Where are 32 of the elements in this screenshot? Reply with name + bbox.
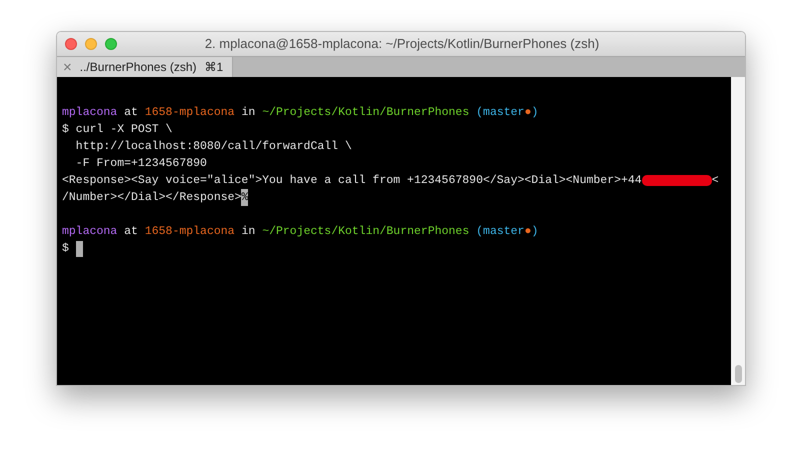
output-text: /Number></Dial></Response> [62, 190, 242, 206]
git-branch: (master [476, 105, 524, 121]
end-mark: % [241, 189, 248, 206]
prompt-user: mplacona [62, 105, 118, 121]
dirty-mark: ● [524, 224, 532, 240]
prompt-text: in [241, 105, 256, 121]
prompt-text: in [241, 224, 256, 240]
prompt-user: mplacona [62, 224, 118, 240]
prompt-path: ~/Projects/Kotlin/BurnerPhones [262, 224, 470, 240]
window-title: 2. mplacona@1658-mplacona: ~/Projects/Kotlin/BurnerPhones (zsh) [204, 35, 600, 54]
git-branch: ) [531, 105, 538, 121]
prompt-host: 1658-mplacona [144, 105, 235, 121]
tab-shortcut: ⌘1 [204, 59, 224, 76]
minimize-icon[interactable] [85, 38, 97, 50]
command-text: -F From=+1234567890 [74, 157, 207, 170]
prompt-path: ~/Projects/Kotlin/BurnerPhones [262, 105, 470, 121]
git-branch: ) [531, 224, 538, 240]
prompt-host: 1658-mplacona [144, 224, 235, 240]
dirty-mark: ● [524, 105, 532, 121]
close-icon[interactable] [65, 38, 77, 50]
prompt-text: at [124, 224, 138, 240]
prompt-text: at [124, 105, 138, 121]
scrollbar-thumb[interactable] [734, 365, 742, 383]
output-text: <Response><Say voice="alice">You have a call from +1234567890</Say><Dial><Number>+44 [62, 173, 642, 189]
output-text: < [712, 173, 719, 189]
tab[interactable]: × ../BurnerPhones (zsh) ⌘1 [57, 57, 233, 77]
prompt-symbol: $ [62, 241, 69, 257]
tab-label: ../BurnerPhones (zsh) [80, 59, 196, 76]
command-text: http://localhost:8080/call/forwardCall \ [74, 140, 352, 153]
maximize-icon[interactable] [105, 38, 117, 50]
git-branch: (master [476, 224, 524, 240]
command-text: $ curl -X POST \ [62, 123, 172, 136]
